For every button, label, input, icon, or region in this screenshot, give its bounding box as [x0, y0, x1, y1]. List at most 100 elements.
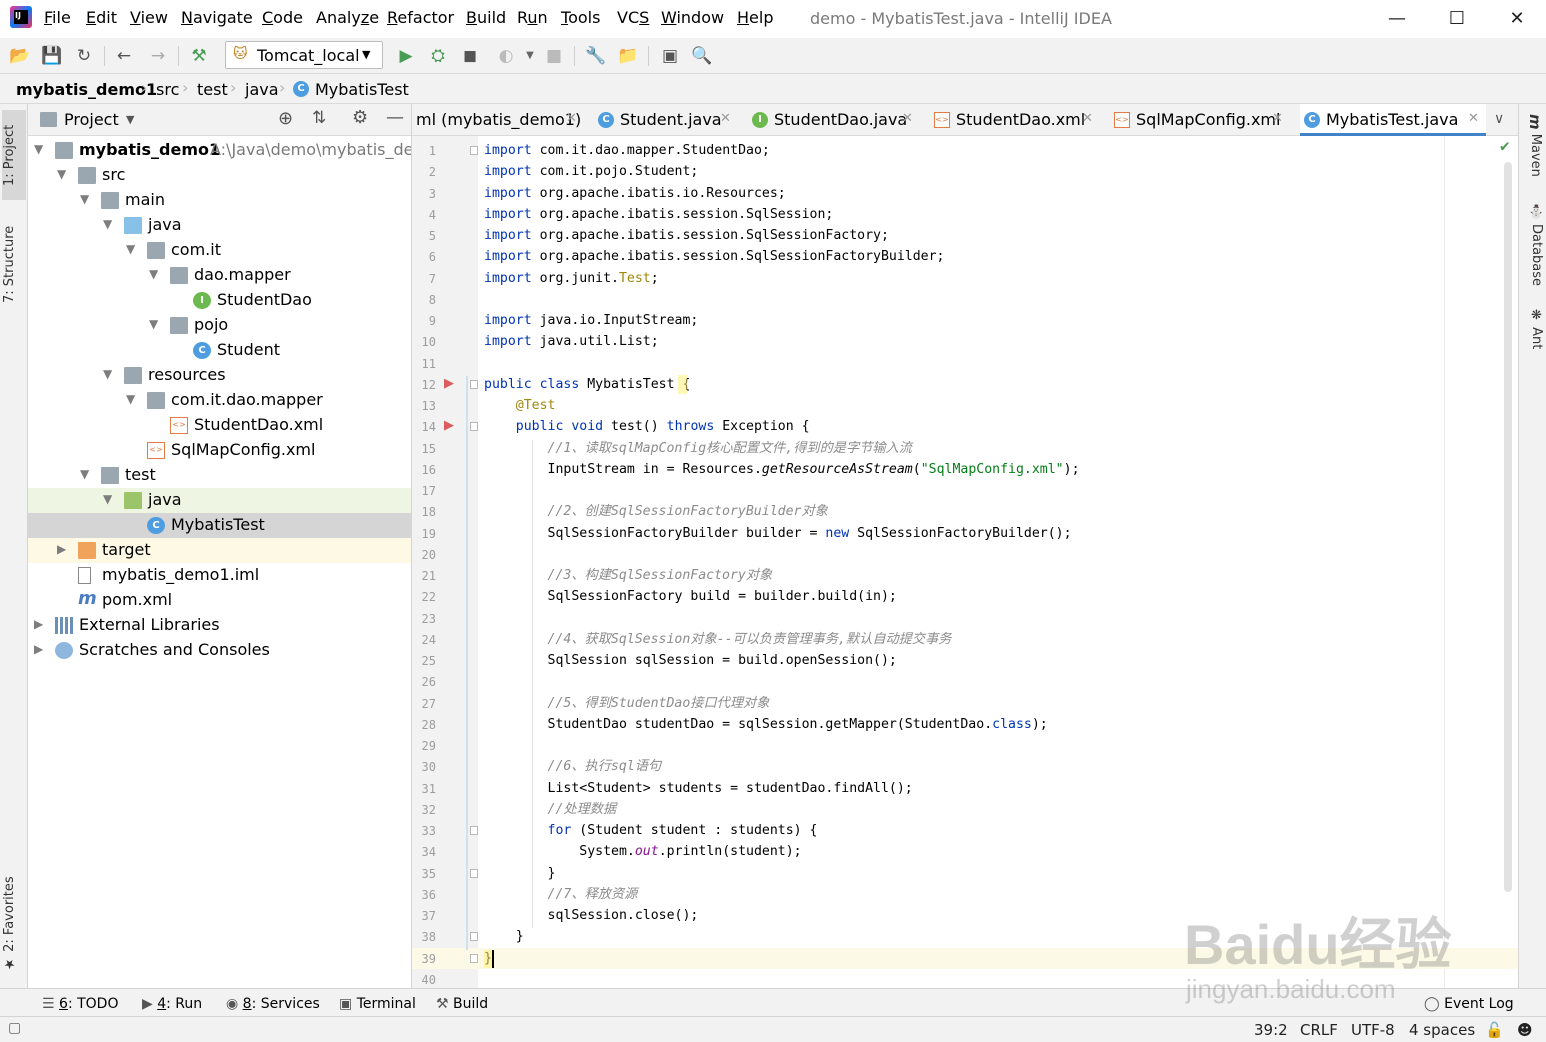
close-tab-icon[interactable]: ✕ — [902, 111, 913, 126]
debug-bug-icon[interactable]: ⛭ — [426, 44, 450, 68]
tree-node[interactable]: ▶ Scratches and Consoles — [28, 638, 411, 663]
tool-tab-todo[interactable]: ☰ 6: TODO — [42, 996, 118, 1012]
tree-node[interactable]: C MybatisTest — [28, 513, 411, 538]
expanded-arrow-icon[interactable]: ▼ — [103, 217, 112, 231]
expanded-arrow-icon[interactable]: ▼ — [126, 242, 135, 256]
editor-tab[interactable]: <> SqlMapConfig.xml ✕ — [1110, 104, 1290, 136]
tool-tab-build[interactable]: ⚒ Build — [436, 996, 488, 1012]
indent-setting[interactable]: 4 spaces — [1409, 1021, 1475, 1039]
profile-dropdown-icon[interactable]: ▼ — [518, 44, 542, 68]
close-tab-icon[interactable]: ✕ — [720, 111, 731, 126]
close-tab-icon[interactable]: ✕ — [566, 111, 577, 126]
run-test-gutter-icon[interactable]: ▶ — [444, 376, 454, 391]
close-tab-icon[interactable]: ✕ — [1272, 111, 1283, 126]
tree-node[interactable]: C Student — [28, 338, 411, 363]
open-folder-icon[interactable]: 📂 — [8, 44, 32, 68]
tree-node[interactable]: <> StudentDao.xml — [28, 413, 411, 438]
expanded-arrow-icon[interactable]: ▼ — [103, 492, 112, 506]
menu-help[interactable]: Help — [737, 8, 773, 27]
menu-code[interactable]: Code — [262, 8, 303, 27]
editor-tab[interactable]: ml (mybatis_demo1) ✕ — [412, 104, 584, 136]
maven-tool-tab[interactable]: m Maven — [1522, 114, 1544, 177]
menu-file[interactable]: File — [44, 8, 71, 27]
tree-node[interactable]: ▼ java — [28, 488, 411, 513]
collapse-all-icon[interactable]: ⇅ — [312, 108, 326, 128]
gear-icon[interactable]: ⚙ — [352, 107, 368, 128]
favorites-tool-tab[interactable]: ★ 2: Favorites — [2, 874, 26, 974]
breadcrumb-item-module[interactable]: mybatis_demo1 — [16, 80, 157, 99]
toggle-tool-windows-icon[interactable]: ▢ — [8, 1020, 21, 1036]
close-window-button[interactable]: ✕ — [1494, 4, 1540, 34]
minimize-button[interactable]: — — [1374, 4, 1420, 34]
collapsed-arrow-icon[interactable]: ▶ — [57, 542, 66, 556]
vertical-scrollbar[interactable] — [1504, 162, 1512, 892]
tab-list-chevron-icon[interactable]: ∨ — [1494, 111, 1504, 127]
run-icon[interactable]: ▶ — [394, 44, 418, 68]
tree-node[interactable]: ▶ External Libraries — [28, 613, 411, 638]
project-tool-tab[interactable]: 1: Project — [2, 110, 26, 200]
breadcrumb-item-java[interactable]: java — [245, 80, 279, 99]
hide-panel-icon[interactable]: — — [386, 107, 404, 128]
expanded-arrow-icon[interactable]: ▼ — [80, 192, 89, 206]
tool-tab-run[interactable]: ▶ 4: Run — [142, 996, 202, 1012]
inspector-icon[interactable]: ☻ — [1517, 1021, 1533, 1039]
fold-marker-icon[interactable] — [470, 379, 478, 389]
presentation-mode-icon[interactable]: ▣ — [658, 44, 682, 68]
fold-marker-icon[interactable] — [470, 932, 478, 942]
menu-run[interactable]: Run — [517, 8, 548, 27]
close-tab-icon[interactable]: ✕ — [1082, 111, 1093, 126]
expanded-arrow-icon[interactable]: ▼ — [103, 367, 112, 381]
menu-window[interactable]: Window — [661, 8, 724, 27]
expanded-arrow-icon[interactable]: ▼ — [80, 467, 89, 481]
editor-tab[interactable]: C Student.java ✕ — [594, 104, 738, 136]
expanded-arrow-icon[interactable]: ▼ — [57, 167, 66, 181]
run-with-coverage-icon[interactable]: ◼ — [458, 44, 482, 68]
tree-node[interactable]: ▼ mybatis_demo1A:\Java\demo\mybatis_demo1 — [28, 138, 411, 163]
expanded-arrow-icon[interactable]: ▼ — [126, 392, 135, 406]
run-test-gutter-icon[interactable]: ▶ — [444, 418, 454, 433]
tool-tab-terminal[interactable]: ▣ Terminal — [339, 996, 416, 1012]
menu-edit[interactable]: Edit — [86, 8, 117, 27]
file-encoding[interactable]: UTF-8 — [1351, 1021, 1395, 1039]
editor-tab[interactable]: C MybatisTest.java ✕ — [1300, 104, 1486, 136]
database-tool-tab[interactable]: ⛄ Database — [1522, 204, 1544, 286]
stop-icon[interactable]: ■ — [542, 44, 566, 68]
unlock-icon[interactable]: 🔓 — [1485, 1021, 1504, 1039]
chevron-down-icon[interactable]: ▼ — [126, 113, 134, 126]
tree-node[interactable]: ▼ com.it.dao.mapper — [28, 388, 411, 413]
menu-refactor[interactable]: Refactor — [387, 8, 454, 27]
tree-node[interactable]: <> SqlMapConfig.xml — [28, 438, 411, 463]
expanded-arrow-icon[interactable]: ▼ — [149, 267, 158, 281]
tree-node[interactable]: ▼ pojo — [28, 313, 411, 338]
menu-analyze[interactable]: Analyze — [316, 8, 379, 27]
fold-marker-icon[interactable] — [470, 868, 478, 878]
menu-vcs[interactable]: VCS — [617, 8, 649, 27]
breadcrumb-item-test[interactable]: test — [197, 80, 228, 99]
project-view-select[interactable]: Project — [64, 110, 119, 129]
settings-wrench-icon[interactable]: 🔧 — [584, 44, 608, 68]
menu-build[interactable]: Build — [466, 8, 506, 27]
fold-marker-icon[interactable] — [470, 146, 478, 155]
fold-marker-icon[interactable] — [470, 953, 478, 963]
tree-node[interactable]: mybatis_demo1.iml — [28, 563, 411, 588]
tree-node[interactable]: ▼ com.it — [28, 238, 411, 263]
structure-tool-tab[interactable]: 7: Structure — [2, 214, 26, 314]
profile-icon[interactable]: ◐ — [494, 44, 518, 68]
tree-node[interactable]: ▼ test — [28, 463, 411, 488]
run-configuration-select[interactable]: 🐱 Tomcat_local ▼ — [225, 41, 383, 69]
caret-position[interactable]: 39:2 — [1254, 1021, 1288, 1039]
close-tab-icon[interactable]: ✕ — [1468, 111, 1479, 126]
breadcrumb-item-src[interactable]: src — [156, 80, 179, 99]
menu-navigate[interactable]: Navigate — [181, 8, 253, 27]
expanded-arrow-icon[interactable]: ▼ — [34, 142, 43, 156]
locate-target-icon[interactable]: ⊕ — [278, 108, 293, 129]
editor-tab[interactable]: I StudentDao.java ✕ — [748, 104, 920, 136]
forward-arrow-icon[interactable]: → — [146, 44, 170, 68]
tree-node[interactable]: I StudentDao — [28, 288, 411, 313]
search-everywhere-icon[interactable]: 🔍 — [690, 44, 714, 68]
editor-tab[interactable]: <> StudentDao.xml ✕ — [930, 104, 1100, 136]
no-problems-check-icon[interactable]: ✔ — [1500, 136, 1510, 155]
tree-node[interactable]: ▼ java — [28, 213, 411, 238]
fold-marker-icon[interactable] — [470, 826, 478, 835]
code-editor[interactable]: import com.it.dao.mapper.StudentDao; impo… — [466, 136, 1518, 988]
